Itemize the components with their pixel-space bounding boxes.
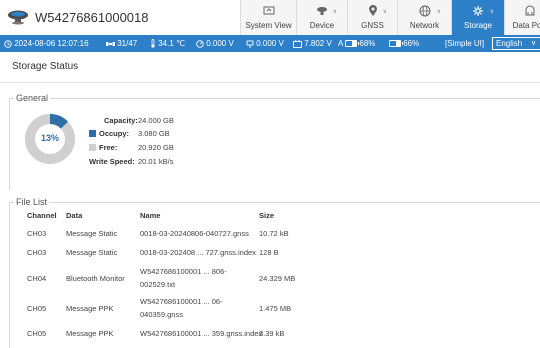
write-speed-value: 20.01 kB/s [138, 157, 174, 166]
gnss-icon [368, 5, 377, 16]
occupy-swatch [89, 130, 96, 137]
cell-size: 128 B [259, 248, 279, 257]
cell-data: Message Static [66, 229, 118, 238]
occupy-value: 3.080 GB [138, 129, 170, 138]
power-voltage-status: 0.000 V [246, 38, 284, 49]
nav-storage[interactable]: ∨ Storage [451, 0, 504, 35]
column-header-channel: Channel [27, 211, 57, 220]
temperature-status: 34.1 ℃ [150, 38, 185, 49]
nav-label: System View [245, 21, 292, 30]
chevron-down-icon: ∨ [531, 40, 537, 47]
storage-icon [473, 6, 483, 16]
simple-ui-link[interactable]: [Simple UI] [445, 38, 484, 49]
cell-file-name[interactable]: 0018-03-202408 ... 727.gnss.index [140, 246, 256, 259]
general-legend: General [14, 93, 51, 104]
capacity-value: 24.000 GB [138, 116, 174, 125]
nav-label: Device [309, 21, 335, 30]
nav-label: GNSS [361, 21, 384, 30]
cell-data: Message Static [66, 248, 118, 257]
cell-channel: CH05 [27, 304, 47, 313]
nav-device[interactable]: ∨ Device [296, 0, 347, 35]
battery-a-value: 68% [359, 39, 376, 48]
cell-size: 24.329 MB [259, 274, 296, 283]
divider [0, 82, 540, 83]
battery-voltage-value: 7.802 V [304, 39, 332, 48]
main-nav: System View ∨ Device ∨ GNSS ∨ Network ∨ … [240, 0, 540, 35]
column-header-size: Size [259, 211, 275, 220]
device-id: W54276861000018 [35, 10, 149, 25]
device-icon [317, 7, 327, 15]
language-value: English [496, 39, 523, 48]
power-plug-icon [246, 40, 254, 48]
column-header-name: Name [140, 211, 161, 220]
battery-b-value: 66% [403, 39, 420, 48]
data-port-icon [525, 5, 534, 16]
battery-b-icon [389, 40, 403, 47]
cell-file-name[interactable]: 0018-03-20240806-040727.gnss [140, 227, 249, 240]
column-header-data: Data [66, 211, 83, 220]
chevron-down-icon: ∨ [489, 9, 494, 15]
battery-b-status: 66% [389, 38, 419, 49]
nav-gnss[interactable]: ∨ GNSS [347, 0, 397, 35]
free-legend: Free: [89, 143, 117, 152]
voltage-status: 0.000 V [196, 38, 234, 49]
battery-a-status: A 68% [338, 38, 375, 49]
cell-channel: CH05 [27, 329, 47, 338]
cell-data: Message PPK [66, 304, 114, 313]
cell-channel: CH03 [27, 248, 47, 257]
battery-a-label: A [338, 39, 343, 48]
cell-data: Bluetooth Monitor [66, 274, 125, 283]
cell-channel: CH03 [27, 229, 47, 238]
cell-file-name[interactable]: W5427686100001 ... 06-040359.gnss [140, 295, 256, 321]
receiver-logo-icon [8, 10, 28, 25]
satellite-icon [106, 42, 115, 46]
chevron-down-icon: ∨ [436, 9, 441, 15]
status-bar: 2024-08-06 12:07:16 31/47 34.1 ℃ 0.000 V… [0, 35, 540, 52]
clock-icon [4, 40, 12, 48]
voltage-value: 0.000 V [206, 39, 234, 48]
occupy-label: Occupy: [99, 129, 130, 138]
cell-file-name[interactable]: W5427686100001 ... 806-002529.txt [140, 265, 256, 291]
system-view-icon [263, 6, 274, 15]
power-voltage-value: 0.000 V [256, 39, 284, 48]
battery-outline-icon [293, 40, 302, 48]
app-header: W54276861000018 System View ∨ Device ∨ G… [0, 0, 540, 35]
satellites-value: 31/47 [117, 39, 138, 48]
nav-network[interactable]: ∨ Network [397, 0, 451, 35]
datetime-value: 2024-08-06 12:07:16 [14, 39, 89, 48]
temperature-value: 34.1 ℃ [158, 39, 186, 48]
page-title: Storage Status [12, 61, 79, 72]
occupy-legend: Occupy: [89, 129, 129, 138]
satellites-status: 31/47 [106, 38, 137, 49]
nav-system-view[interactable]: System View [240, 0, 296, 35]
network-icon [419, 5, 430, 17]
datetime-status: 2024-08-06 12:07:16 [4, 38, 89, 49]
free-value: 20.920 GB [138, 143, 174, 152]
nav-label: Storage [463, 21, 493, 30]
nav-label: Data Port [512, 21, 540, 30]
file-list-legend: File List [14, 197, 50, 208]
thermometer-icon [151, 39, 155, 48]
nav-label: Network [409, 21, 440, 30]
nav-data-port[interactable]: Data Port [504, 0, 540, 35]
cell-data: Message PPK [66, 329, 114, 338]
free-label: Free: [99, 143, 118, 152]
capacity-label: Capacity: [104, 116, 138, 125]
battery-voltage-status: 7.802 V [293, 38, 332, 49]
write-speed-label: Write Speed: [89, 157, 135, 166]
cell-file-name[interactable]: W5427686100001 ... 359.gnss.index [140, 327, 262, 340]
cell-size: 3.39 kB [259, 329, 285, 338]
cell-size: 10.72 kB [259, 229, 289, 238]
gauge-icon [196, 40, 204, 48]
cell-size: 1.475 MB [259, 304, 292, 313]
cell-channel: CH04 [27, 274, 47, 283]
chevron-down-icon: ∨ [382, 9, 387, 15]
usage-percent-label: 13% [40, 133, 59, 143]
battery-a-icon [345, 40, 360, 47]
free-swatch [89, 144, 96, 151]
language-select[interactable]: English ∨ [492, 37, 540, 50]
chevron-down-icon: ∨ [332, 9, 337, 15]
